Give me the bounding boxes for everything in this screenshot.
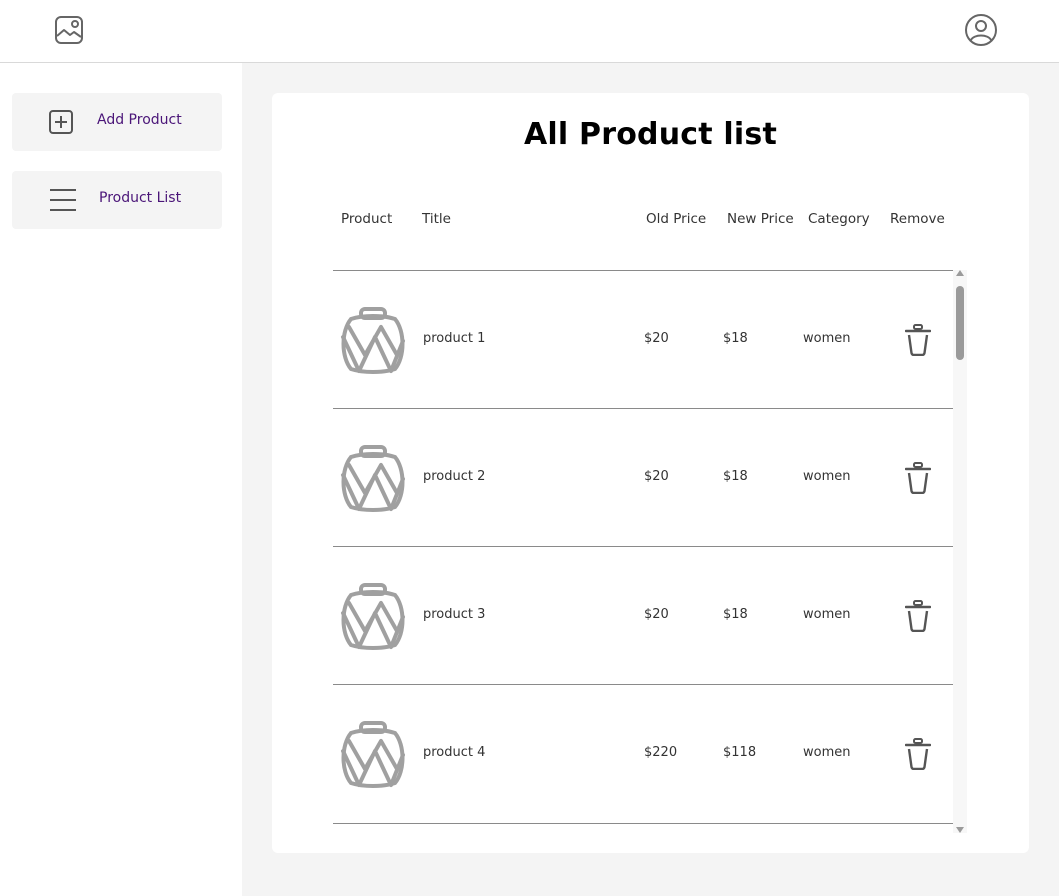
scroll-down-arrow-icon[interactable] <box>956 827 964 833</box>
column-header-old-price: Old Price <box>646 211 707 227</box>
column-header-product: Product <box>341 211 393 227</box>
new-price: $18 <box>723 331 748 346</box>
scrollbar[interactable] <box>953 270 967 833</box>
old-price: $20 <box>644 607 669 622</box>
menu-lines-icon <box>48 186 78 214</box>
column-header-title: Title <box>422 211 451 227</box>
category: women <box>803 469 851 484</box>
column-header-remove: Remove <box>890 211 945 227</box>
table-row: product 2 $20 $18 women <box>333 408 953 546</box>
user-circle-icon[interactable] <box>963 12 999 48</box>
sidebar-item-add-product[interactable]: Add Product <box>12 93 222 151</box>
scrollbar-thumb[interactable] <box>956 286 964 360</box>
product-list: product 1 $20 $18 women product 2 $20 $1… <box>333 270 953 823</box>
product-title: product 3 <box>423 607 486 622</box>
product-image <box>339 721 407 789</box>
sidebar-item-product-list[interactable]: Product List <box>12 171 222 229</box>
old-price: $20 <box>644 469 669 484</box>
row-divider <box>333 823 953 824</box>
product-title: product 4 <box>423 745 486 760</box>
trash-icon[interactable] <box>904 461 932 495</box>
old-price: $220 <box>644 745 678 760</box>
scroll-up-arrow-icon[interactable] <box>956 270 964 276</box>
column-header-new-price: New Price <box>727 211 794 227</box>
table-row: product 3 $20 $18 women <box>333 546 953 684</box>
new-price: $18 <box>723 607 748 622</box>
table-row: product 1 $20 $18 women <box>333 270 953 408</box>
table-row: product 4 $220 $118 women <box>333 684 953 822</box>
old-price: $20 <box>644 331 669 346</box>
sidebar: Add Product Product List <box>0 63 242 896</box>
trash-icon[interactable] <box>904 737 932 771</box>
category: women <box>803 331 851 346</box>
sidebar-item-label: Product List <box>99 190 182 206</box>
plus-square-icon <box>48 109 74 135</box>
column-header-category: Category <box>808 211 870 227</box>
category: women <box>803 607 851 622</box>
product-image <box>339 307 407 375</box>
trash-icon[interactable] <box>904 323 932 357</box>
product-title: product 2 <box>423 469 486 484</box>
top-navbar <box>0 0 1059 63</box>
product-list-card: All Product list Product Title Old Price… <box>272 93 1029 853</box>
new-price: $18 <box>723 469 748 484</box>
category: women <box>803 745 851 760</box>
trash-icon[interactable] <box>904 599 932 633</box>
product-image <box>339 445 407 513</box>
sidebar-item-label: Add Product <box>97 112 182 128</box>
new-price: $118 <box>723 745 757 760</box>
page-title: All Product list <box>524 117 777 152</box>
product-image <box>339 583 407 651</box>
image-icon <box>53 14 85 46</box>
product-title: product 1 <box>423 331 486 346</box>
